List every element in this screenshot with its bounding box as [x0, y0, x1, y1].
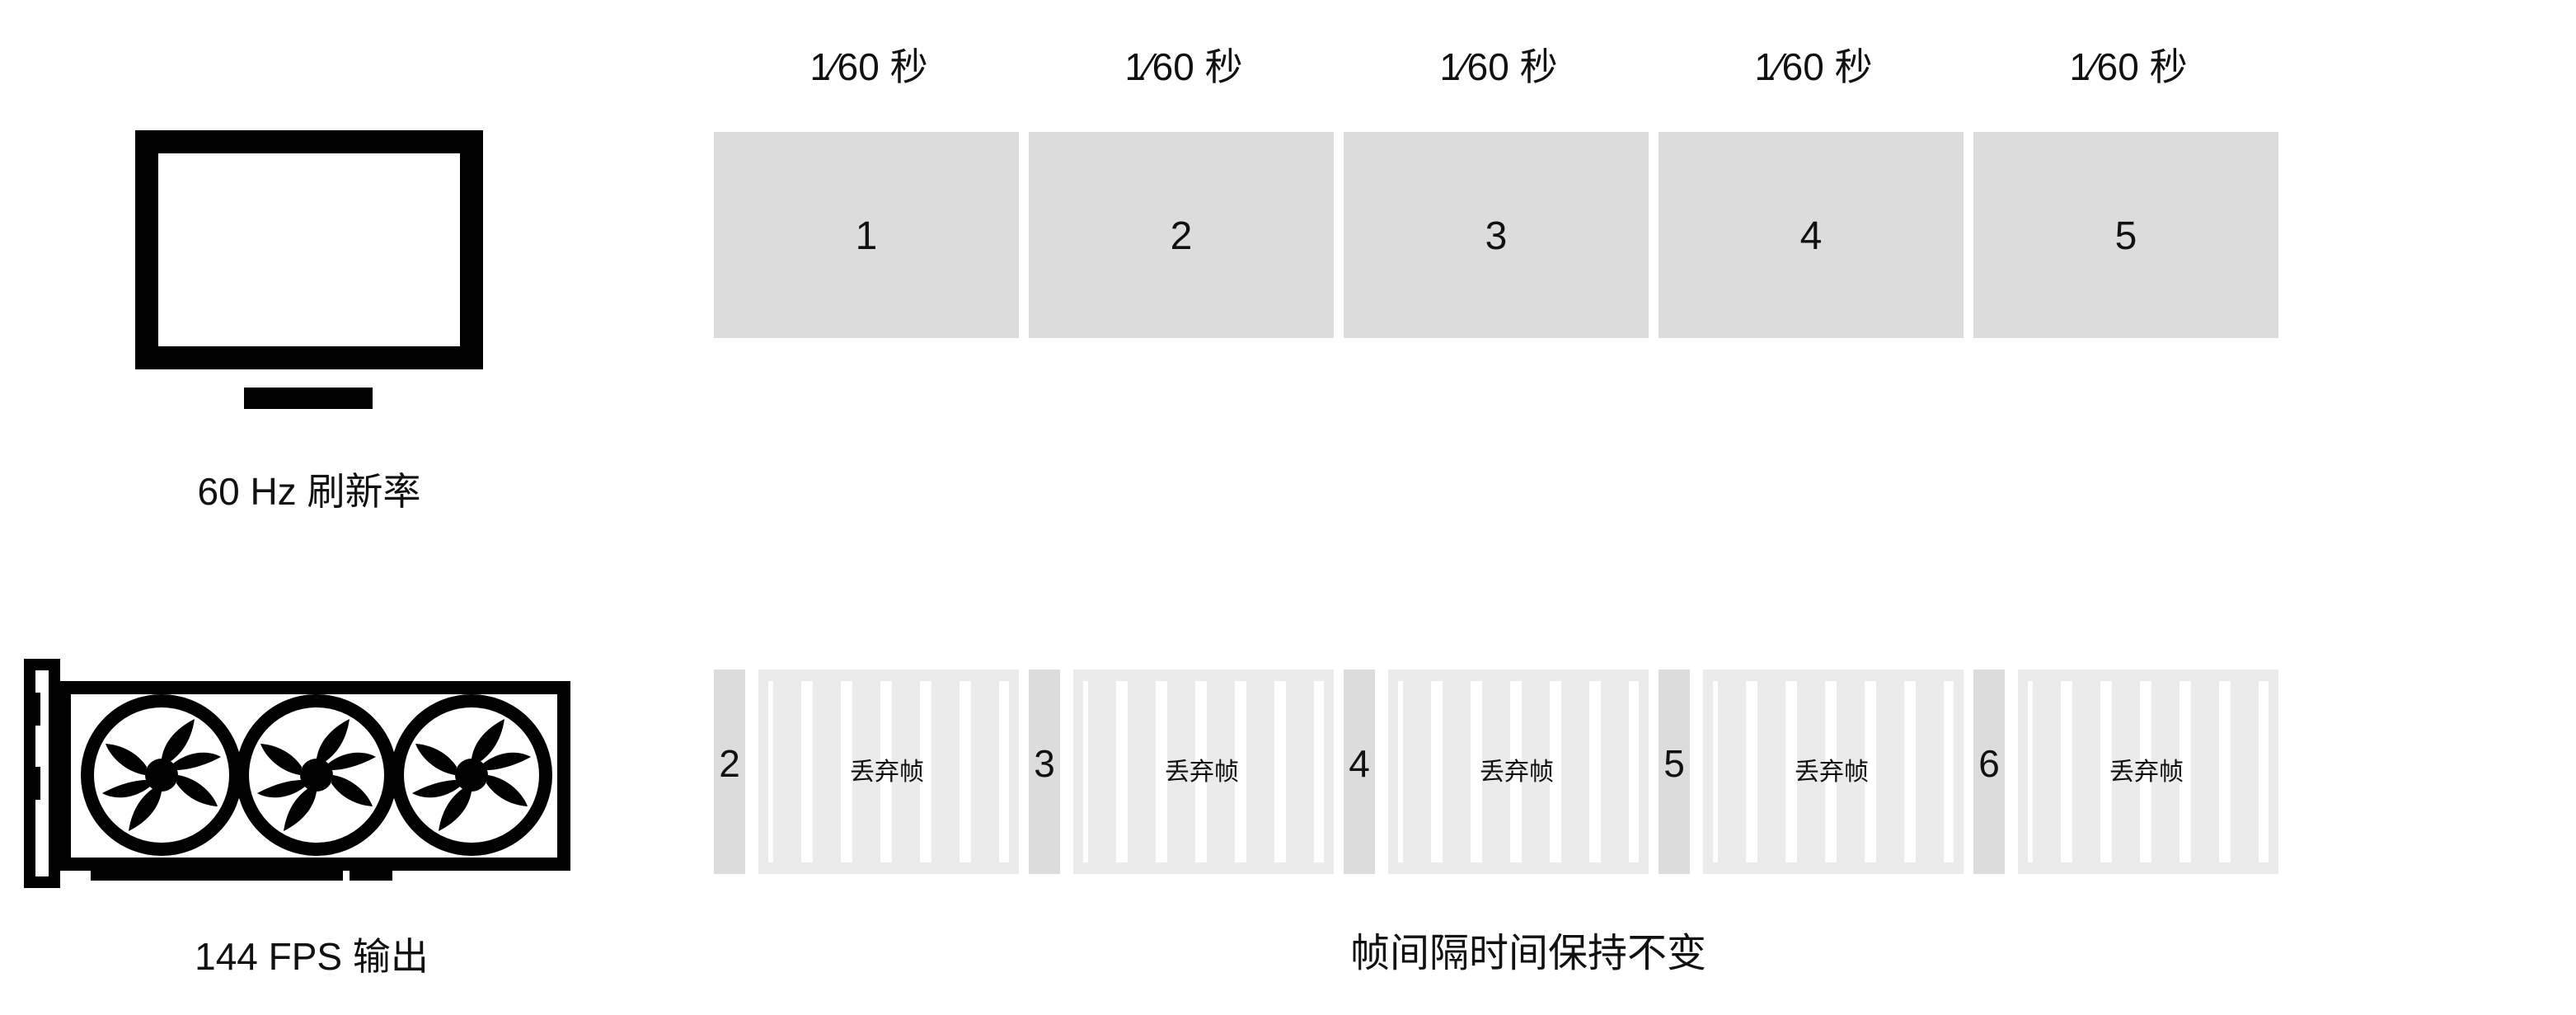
frame-group: 6 丢弃帧 — [1973, 670, 2278, 874]
frame-group: 3 丢弃帧 — [1029, 670, 1334, 874]
dropped-frame-label: 丢弃帧 — [1480, 759, 1554, 786]
monitor-icon — [135, 130, 483, 409]
frame-group: 4 丢弃帧 — [1344, 670, 1649, 874]
dropped-frame-label: 丢弃帧 — [1165, 759, 1239, 786]
dropped-frame-label: 丢弃帧 — [2109, 759, 2184, 786]
displayed-frames: 1 2 3 4 5 — [714, 132, 2278, 338]
graphics-card-icon — [24, 659, 570, 888]
fan-icon — [81, 694, 242, 856]
refresh-diagram: 60 Hz 刷新率 1⁄60 秒 1⁄60 秒 1⁄60 秒 1⁄60 秒 1⁄… — [24, 45, 2278, 978]
fan-icon — [236, 694, 397, 856]
frame-number: 4 — [1800, 214, 1823, 258]
frame-group: 5 丢弃帧 — [1659, 670, 1964, 874]
gpu-label: 144 FPS 输出 — [195, 935, 429, 978]
frame-number: 5 — [2115, 214, 2137, 258]
dropped-frame-label: 丢弃帧 — [1795, 759, 1869, 786]
shown-frame-number: 5 — [1663, 742, 1685, 785]
slot-duration-label: 1⁄60 秒 — [1754, 45, 1872, 88]
frame-group: 2 丢弃帧 — [714, 670, 1019, 874]
slot-duration-label: 1⁄60 秒 — [2069, 45, 2187, 88]
shown-frame-number: 4 — [1349, 742, 1370, 785]
dropped-frame-label: 丢弃帧 — [850, 759, 924, 786]
frame-number: 2 — [1171, 214, 1193, 258]
slot-duration-label: 1⁄60 秒 — [809, 45, 927, 88]
caption: 帧间隔时间保持不变 — [1350, 932, 1706, 975]
fan-icon — [391, 694, 552, 856]
slot-duration-label: 1⁄60 秒 — [1124, 45, 1242, 88]
monitor-label: 60 Hz 刷新率 — [198, 470, 421, 513]
slot-duration-label: 1⁄60 秒 — [1439, 45, 1557, 88]
gpu-frame-groups: 2 丢弃帧 3 丢弃帧 4 丢弃帧 5 丢弃帧 6 丢弃帧 — [714, 670, 2278, 874]
shown-frame-number: 3 — [1034, 742, 1055, 785]
shown-frame-number: 6 — [1978, 742, 2000, 785]
frame-number: 1 — [856, 214, 878, 258]
shown-frame-number: 2 — [719, 742, 740, 785]
frame-number: 3 — [1485, 214, 1508, 258]
refresh-slot-labels: 1⁄60 秒 1⁄60 秒 1⁄60 秒 1⁄60 秒 1⁄60 秒 — [809, 45, 2187, 88]
